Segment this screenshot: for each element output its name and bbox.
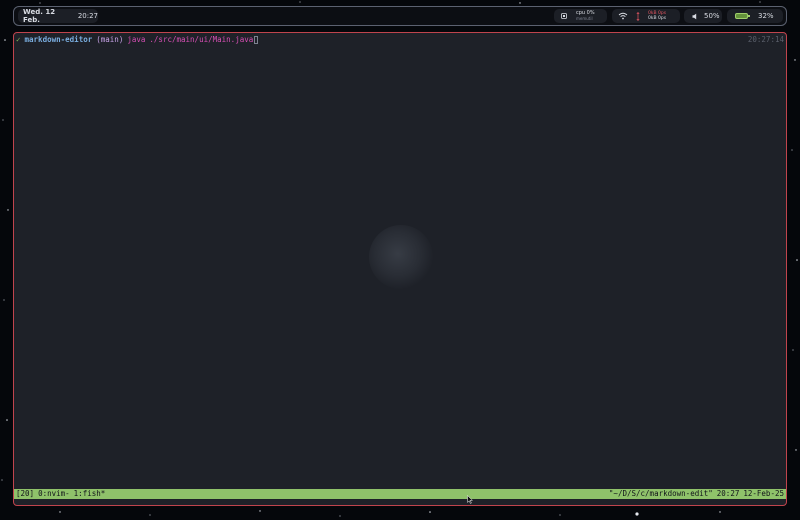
wifi-icon: [618, 12, 628, 20]
tmux-window-0[interactable]: 0:nvim-: [38, 489, 70, 499]
clock-widget[interactable]: Wed. 12 Feb. 20:27: [18, 8, 98, 24]
network-widget[interactable]: 0kB 0ps 0kB 0ps: [612, 9, 680, 23]
tmux-path-label: "~/D/S/c/markdown-edit": [608, 489, 713, 498]
wallpaper-logo-watermark: [369, 225, 433, 289]
terminal-window[interactable]: ✓ markdown-editor (main) java ./src/main…: [13, 32, 787, 506]
tmux-window-1[interactable]: 1:fish*: [74, 489, 106, 499]
volume-widget[interactable]: 50%: [684, 9, 722, 23]
tmux-date-label: 12-Feb-25: [743, 489, 784, 498]
speaker-icon: [692, 13, 699, 20]
command-argument: ./src/main/ui/Main.java: [149, 35, 254, 44]
tmux-session-label: [20]: [16, 489, 35, 498]
top-status-bar: Wed. 12 Feb. 20:27 cpu 0% memutil 0kB 0p…: [13, 6, 787, 26]
cpu-icon: [560, 12, 568, 20]
success-check-icon: ✓: [16, 35, 21, 44]
command-text: java: [127, 35, 146, 44]
net-download-label: 0kB 0ps: [648, 16, 667, 21]
tmux-status-bar: [20] 0:nvim- 1:fish* "~/D/S/c/markdown-e…: [14, 489, 786, 499]
time-label: 20:27: [77, 12, 98, 20]
transfer-arrows-icon: [636, 11, 640, 21]
cpu-sub-label: memutil: [576, 16, 593, 21]
text-cursor: [254, 35, 259, 44]
cpu-widget[interactable]: cpu 0% memutil: [554, 9, 607, 23]
prompt-right-time: 20:27:14: [747, 35, 784, 44]
battery-icon: [735, 13, 750, 19]
prompt-directory: markdown-editor: [24, 35, 93, 44]
tmux-time-label: 20:27: [716, 489, 740, 498]
prompt-git-branch: (main): [96, 35, 124, 44]
date-label: Wed. 12 Feb.: [23, 8, 56, 24]
battery-label: 32%: [758, 12, 774, 20]
mouse-pointer-icon: [467, 489, 474, 508]
volume-label: 50%: [704, 12, 720, 20]
shell-prompt: ✓ markdown-editor (main) java ./src/main…: [16, 35, 259, 44]
battery-widget[interactable]: 32%: [727, 9, 783, 23]
